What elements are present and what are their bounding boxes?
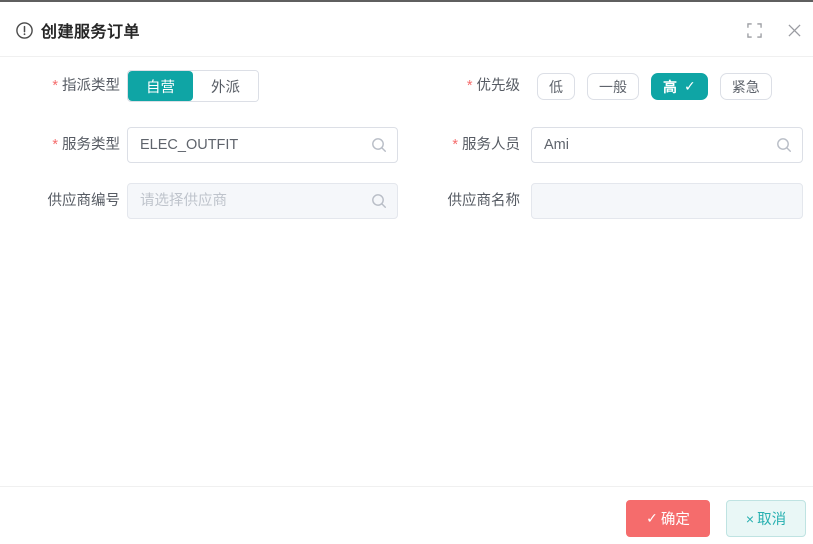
supplier-name-field [531, 183, 803, 219]
create-service-order-dialog: 创建服务订单 *指派类型 自营 外派 *优先级 低 一般 高✓ 紧急 * [0, 0, 813, 541]
fullscreen-button[interactable] [740, 4, 768, 56]
close-icon [788, 24, 801, 37]
confirm-button[interactable]: ✓ 确定 [626, 500, 710, 537]
service-type-field [127, 127, 398, 163]
required-asterisk: * [467, 78, 473, 94]
service-staff-field [531, 127, 803, 163]
dispatch-type-label: *指派类型 [0, 70, 120, 102]
dispatch-option-self[interactable]: 自营 [128, 71, 193, 101]
supplier-name-label: 供应商名称 [400, 183, 520, 219]
service-type-label: *服务类型 [0, 127, 120, 163]
required-asterisk: * [52, 137, 58, 153]
service-type-input[interactable] [127, 127, 398, 163]
priority-label: *优先级 [400, 70, 520, 102]
cancel-button[interactable]: × 取消 [726, 500, 806, 537]
priority-option-urgent[interactable]: 紧急 [720, 73, 772, 100]
info-circle-icon [16, 22, 33, 39]
dialog-footer: ✓ 确定 × 取消 [0, 486, 813, 544]
priority-pill-group: 低 一般 高✓ 紧急 [537, 73, 772, 100]
dispatch-option-outsourced[interactable]: 外派 [193, 71, 258, 101]
fullscreen-icon [747, 23, 762, 38]
priority-option-normal[interactable]: 一般 [587, 73, 639, 100]
service-staff-input[interactable] [531, 127, 803, 163]
required-asterisk: * [452, 137, 458, 153]
dialog-header: 创建服务订单 [0, 4, 813, 57]
supplier-code-label: 供应商编号 [0, 183, 120, 219]
supplier-code-input[interactable] [127, 183, 398, 219]
check-icon: ✓ [684, 78, 696, 95]
service-staff-label: *服务人员 [400, 127, 520, 163]
required-asterisk: * [52, 78, 58, 94]
supplier-name-input[interactable] [531, 183, 803, 219]
dispatch-type-radio-group: 自营 外派 [127, 70, 259, 102]
close-icon: × [746, 511, 754, 527]
dialog-title: 创建服务订单 [41, 18, 140, 42]
priority-option-high[interactable]: 高✓ [651, 73, 708, 100]
check-icon: ✓ [646, 510, 658, 527]
close-button[interactable] [780, 4, 808, 56]
priority-option-low[interactable]: 低 [537, 73, 575, 100]
supplier-code-field [127, 183, 398, 219]
